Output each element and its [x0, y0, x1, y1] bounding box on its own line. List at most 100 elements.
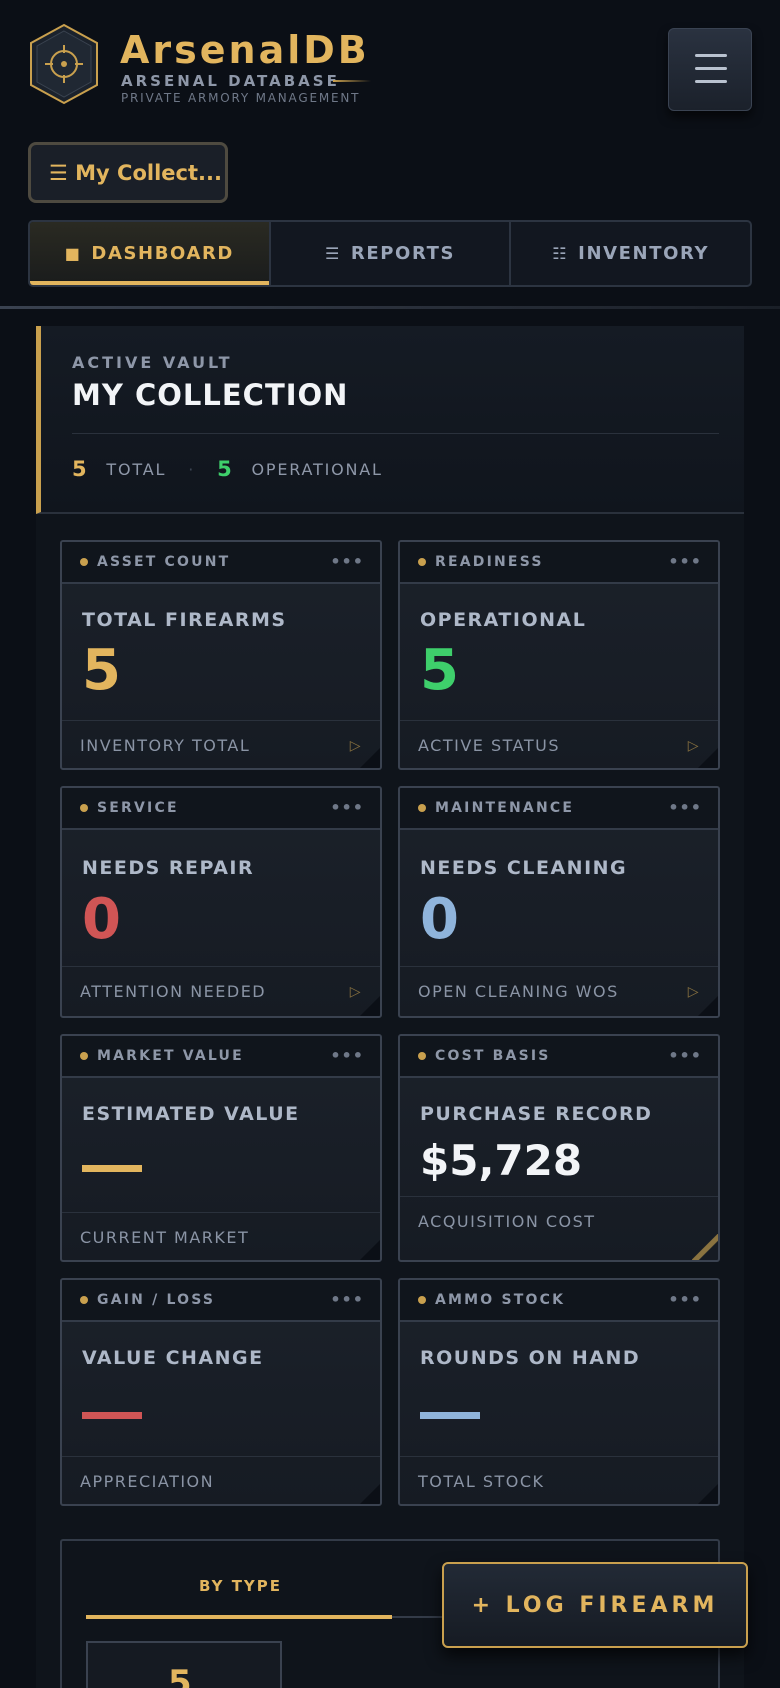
more-options-icon[interactable]: ••• — [330, 1290, 364, 1309]
header-divider — [0, 306, 780, 309]
corner-notch — [698, 748, 718, 768]
tab-label: REPORTS — [350, 243, 456, 264]
menu-icon — [695, 67, 727, 70]
empty-value-placeholder — [82, 1412, 142, 1419]
app-header: ArsenalDB ARSENAL DATABASE PRIVATE ARMOR… — [0, 0, 780, 309]
type-count-card[interactable]: 5 — [86, 1641, 282, 1688]
card-header: MARKET VALUE ••• — [62, 1036, 380, 1078]
card-header: MAINTENANCE ••• — [400, 788, 718, 830]
more-options-icon[interactable]: ••• — [330, 798, 364, 817]
more-options-icon[interactable]: ••• — [668, 552, 702, 571]
more-options-icon[interactable]: ••• — [668, 1290, 702, 1309]
empty-value-placeholder — [420, 1412, 480, 1419]
card-category: ASSET COUNT — [97, 554, 231, 570]
card-header: AMMO STOCK ••• — [400, 1280, 718, 1322]
corner-notch — [360, 748, 380, 768]
bullet-icon — [80, 1296, 88, 1304]
bullet-icon — [80, 558, 88, 566]
hamburger-menu-button[interactable] — [668, 28, 752, 111]
card-label: OPERATIONAL — [420, 609, 587, 631]
bullet-icon — [80, 1052, 88, 1060]
more-options-icon[interactable]: ••• — [330, 552, 364, 571]
menu-icon — [695, 80, 727, 83]
tab-reports[interactable]: ☰ REPORTS — [271, 222, 512, 285]
card-value: $5,728 — [420, 1136, 583, 1185]
total-count: 5 — [72, 457, 89, 481]
stat-card-estimated-value[interactable]: MARKET VALUE ••• ESTIMATED VALUE CURRENT… — [60, 1034, 382, 1262]
bullet-icon — [418, 1296, 426, 1304]
stat-card-total-firearms[interactable]: ASSET COUNT ••• TOTAL FIREARMS 5 INVENTO… — [60, 540, 382, 770]
operational-label: OPERATIONAL — [251, 459, 383, 479]
card-footer-label: ACQUISITION COST — [418, 1212, 596, 1231]
stat-card-value-change[interactable]: GAIN / LOSS ••• VALUE CHANGE APPRECIATIO… — [60, 1278, 382, 1506]
active-tab-indicator — [86, 1615, 392, 1619]
card-label: ESTIMATED VALUE — [82, 1103, 300, 1125]
corner-notch — [698, 1484, 718, 1504]
empty-value-placeholder — [82, 1165, 142, 1172]
more-options-icon[interactable]: ••• — [668, 798, 702, 817]
card-category: GAIN / LOSS — [97, 1292, 216, 1308]
menu-icon — [695, 54, 727, 57]
stat-card-purchase-record[interactable]: COST BASIS ••• PURCHASE RECORD $5,728 AC… — [398, 1034, 720, 1262]
app-title: ArsenalDB — [120, 28, 370, 72]
square-icon: ■ — [64, 244, 82, 263]
card-footer: TOTAL STOCK — [400, 1456, 718, 1504]
card-category: MARKET VALUE — [97, 1048, 244, 1064]
card-footer: ACTIVE STATUS ▷ — [400, 720, 718, 768]
card-footer-label: TOTAL STOCK — [418, 1472, 545, 1491]
bullet-icon — [80, 804, 88, 812]
card-label: ROUNDS ON HAND — [420, 1347, 641, 1369]
card-category: READINESS — [435, 554, 544, 570]
app-subtitle: ARSENAL DATABASE — [121, 72, 340, 90]
corner-notch — [360, 1484, 380, 1504]
card-header: READINESS ••• — [400, 542, 718, 584]
more-options-icon[interactable]: ••• — [668, 1046, 702, 1065]
card-footer-label: ACTIVE STATUS — [418, 736, 560, 755]
card-category: SERVICE — [97, 800, 179, 816]
stat-card-operational[interactable]: READINESS ••• OPERATIONAL 5 ACTIVE STATU… — [398, 540, 720, 770]
more-options-icon[interactable]: ••• — [330, 1046, 364, 1065]
card-footer-label: ATTENTION NEEDED — [80, 982, 267, 1001]
card-label: NEEDS REPAIR — [82, 857, 255, 879]
stat-card-needs-cleaning[interactable]: MAINTENANCE ••• NEEDS CLEANING 0 OPEN CL… — [398, 786, 720, 1018]
tab-label: DASHBOARD — [91, 243, 234, 264]
grid-list-icon: ☷ — [552, 244, 569, 263]
corner-notch — [698, 996, 718, 1016]
subtitle-divider — [333, 80, 371, 82]
card-value: 5 — [420, 638, 459, 703]
card-footer: INVENTORY TOTAL ▷ — [62, 720, 380, 768]
stats-separator: · — [188, 459, 196, 479]
card-value: 0 — [82, 887, 121, 952]
card-footer: ATTENTION NEEDED ▷ — [62, 966, 380, 1016]
bullet-icon — [418, 1052, 426, 1060]
card-footer-label: OPEN CLEANING WOS — [418, 982, 619, 1001]
card-value: 5 — [82, 638, 121, 703]
stat-card-needs-repair[interactable]: SERVICE ••• NEEDS REPAIR 0 ATTENTION NEE… — [60, 786, 382, 1018]
card-footer: OPEN CLEANING WOS ▷ — [400, 966, 718, 1016]
card-header: SERVICE ••• — [62, 788, 380, 830]
card-footer-label: INVENTORY TOTAL — [80, 736, 251, 755]
card-category: AMMO STOCK — [435, 1292, 566, 1308]
card-footer-label: APPRECIATION — [80, 1472, 215, 1491]
vault-stats: 5 TOTAL · 5 OPERATIONAL — [72, 457, 383, 481]
bullet-icon — [418, 804, 426, 812]
card-category: COST BASIS — [435, 1048, 551, 1064]
app-tagline: PRIVATE ARMORY MANAGEMENT — [121, 91, 361, 105]
vault-title: MY COLLECTION — [72, 378, 349, 412]
card-header: ASSET COUNT ••• — [62, 542, 380, 584]
stat-card-rounds-on-hand[interactable]: AMMO STOCK ••• ROUNDS ON HAND TOTAL STOC… — [398, 1278, 720, 1506]
tab-inventory[interactable]: ☷ INVENTORY — [511, 222, 750, 285]
card-header: COST BASIS ••• — [400, 1036, 718, 1078]
card-label: TOTAL FIREARMS — [82, 609, 287, 631]
collection-selector-button[interactable]: ☰ My Collect... — [28, 142, 228, 203]
total-label: TOTAL — [106, 459, 167, 479]
card-label: NEEDS CLEANING — [420, 857, 628, 879]
card-category: MAINTENANCE — [435, 800, 575, 816]
tab-dashboard[interactable]: ■ DASHBOARD — [30, 222, 271, 285]
log-firearm-button[interactable]: + LOG FIREARM — [442, 1562, 748, 1648]
card-value: 0 — [420, 887, 459, 952]
tab-by-type[interactable]: BY TYPE — [199, 1577, 282, 1595]
dashboard-content: ACTIVE VAULT MY COLLECTION 5 TOTAL · 5 O… — [36, 326, 744, 1688]
card-footer: APPRECIATION — [62, 1456, 380, 1504]
main-tabs: ■ DASHBOARD ☰ REPORTS ☷ INVENTORY — [28, 220, 752, 287]
